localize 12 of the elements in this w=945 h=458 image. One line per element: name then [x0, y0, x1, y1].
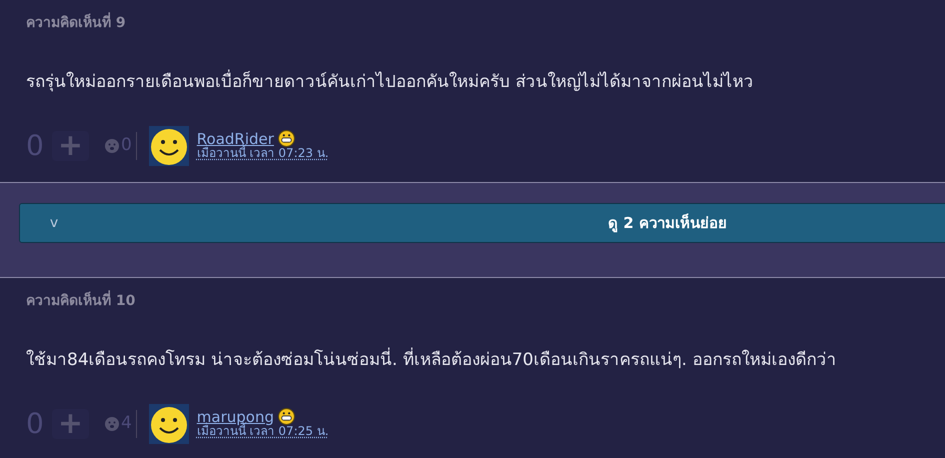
comment-number: ความคิดเห็นที่ 9 — [26, 13, 126, 34]
avatar-smiley-icon — [148, 126, 189, 166]
comment-text: ใช้มา84เดือนรถคงโทรม น่าจะต้องซ่อมโน่นซ่อมนี่. ที่เหลือต้องผ่อน70เดือนเกินราครถแน่ๆ. ออกรถใหม่เองดีกว่า — [26, 348, 836, 374]
emotion-face-icon[interactable] — [104, 416, 119, 430]
grin-emoji-icon — [278, 408, 296, 426]
expand-toggle: v — [44, 212, 64, 234]
emotion-face-icon[interactable] — [104, 138, 119, 152]
grin-emoji-icon — [278, 130, 295, 148]
view-replies-button[interactable]: v ดู 2 ความเห็นย่อย — [19, 203, 945, 243]
comment-text: รถรุ่นใหม่ออกรายเดือนพอเบื่อก็ขายดาวน์คันเก่าไปออกคันใหม่ครับ ส่วนใหญ่ไม่ได้มาจากผ่อนไม่ไหว — [26, 70, 754, 96]
avatar-smiley-icon — [148, 404, 189, 444]
comment-number: ความคิดเห็นที่ 10 — [26, 291, 136, 312]
